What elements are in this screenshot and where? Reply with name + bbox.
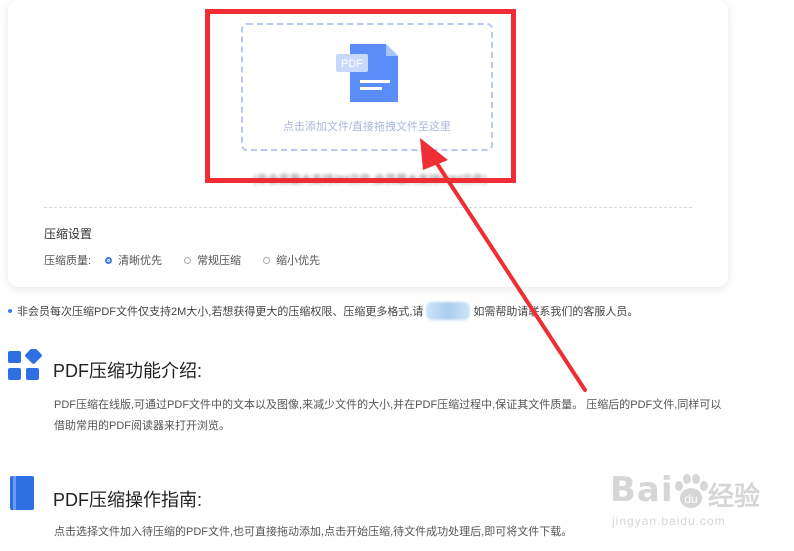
intro-title: PDF压缩功能介绍: [53,361,203,381]
pdf-file-icon: PDF [336,44,398,102]
radio-label: 缩小优先 [276,255,321,267]
divider [44,207,692,208]
radio-dot [184,256,192,264]
radio-dot [105,256,113,264]
size-limit-text: (非会员最大支持2M文件,会员最大支持50M文件) [252,174,488,186]
compress-settings-title: 压缩设置 [44,227,93,241]
intro-line-2: 借助常用的PDF阅读器来打开浏览。 [54,420,230,432]
member-notice: 非会员每次压缩PDF文件仅支持2M大小,若想获得更大的压缩权限、压缩更多格式,请… [8,302,638,320]
quality-label: 压缩质量: [44,255,92,267]
radio-clear-first[interactable]: 清晰优先 [105,252,162,268]
blurred-link[interactable] [426,302,471,320]
grid-apps-icon [8,349,42,380]
watermark-brand-suffix: 经验 [708,481,761,511]
notice-text-after: 如需帮助请联系我们的客服人员。 [473,306,639,318]
drop-hint-text: 点击添加文件/直接拖拽文件至这里 [282,121,452,133]
radio-smallest[interactable]: 缩小优先 [263,252,320,268]
watermark-brand: Bai [610,470,674,510]
radio-label: 清晰优先 [118,255,163,267]
bullet-icon [8,309,12,313]
svg-text:PDF: PDF [341,58,363,70]
notice-text-before: 非会员每次压缩PDF文件仅支持2M大小,若想获得更大的压缩权限、压缩更多格式,请 [17,306,424,318]
paw-icon: du [675,474,708,508]
guide-line-1: 点击选择文件加入待压缩的PDF文件,也可直接拖动添加,点击开始压缩,待文件成功处… [54,526,573,538]
intro-line-1: PDF压缩在线版,可通过PDF文件中的文本以及图像,来减少文件的大小,并在PDF… [54,399,722,411]
radio-label: 常规压缩 [197,255,242,267]
svg-text:du: du [684,492,697,506]
baidu-watermark: Bai du 经验 jingyan.baidu.com [610,468,790,538]
quality-row: 压缩质量: 清晰优先 常规压缩 缩小优先 [44,252,342,268]
radio-dot [263,256,271,264]
guide-title: PDF压缩操作指南: [53,490,203,510]
guide-book-icon [10,476,34,510]
radio-normal[interactable]: 常规压缩 [184,252,241,268]
watermark-url: jingyan.baidu.com [612,514,726,528]
